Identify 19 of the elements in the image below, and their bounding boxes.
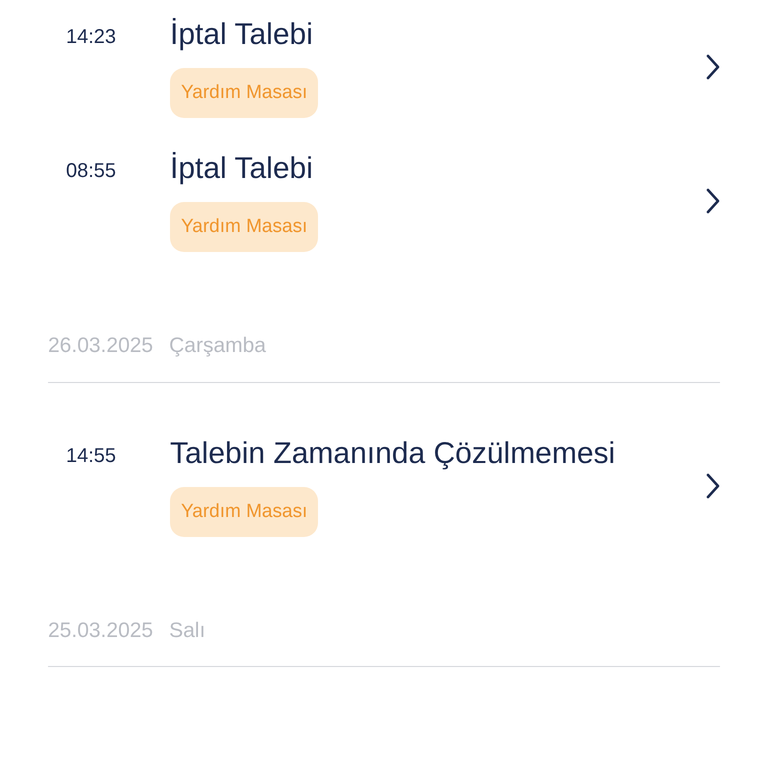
category-tag: Yardım Masası — [170, 68, 318, 118]
chevron-right-icon — [706, 188, 720, 214]
time-label: 14:55 — [65, 444, 118, 468]
category-tag: Yardım Masası — [170, 486, 318, 536]
request-row[interactable]: 08:55 İptal Talebi Yardım Masası — [48, 146, 720, 268]
request-title: İptal Talebi — [170, 17, 313, 53]
request-row[interactable]: 14:23 İptal Talebi Yardım Masası — [48, 0, 720, 146]
request-title: Talebin Zamanında Çözülmemesi — [170, 436, 616, 472]
chevron-right-icon — [706, 472, 720, 498]
date-label: 26.03.2025 — [48, 333, 154, 359]
time-label: 08:55 — [65, 159, 118, 184]
request-title: İptal Talebi — [170, 151, 313, 187]
weekday-label: Salı — [169, 618, 206, 644]
category-tag: Yardım Masası — [170, 202, 318, 252]
chevron-right-icon — [706, 54, 720, 80]
date-label: 25.03.2025 — [48, 618, 154, 644]
weekday-label: Çarşamba — [169, 333, 266, 359]
time-label: 14:23 — [65, 25, 118, 50]
request-row[interactable]: 14:55 Talebin Zamanında Çözülmemesi Yardım Masası — [48, 382, 720, 552]
